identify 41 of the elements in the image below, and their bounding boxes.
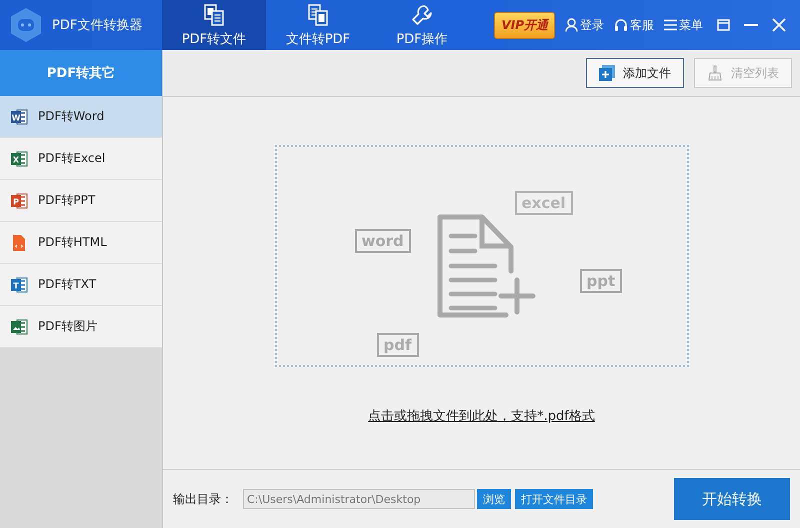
output-dir-label: 输出目录： xyxy=(173,490,233,508)
html-file-icon xyxy=(10,234,28,252)
document-convert-icon xyxy=(202,2,226,26)
sidebar-item[interactable]: T PDF转TXT xyxy=(0,264,162,306)
app-title: PDF文件转换器 xyxy=(52,17,142,34)
close-icon[interactable] xyxy=(772,18,786,32)
format-tag: pdf xyxy=(376,333,419,357)
document-convert-icon xyxy=(306,2,330,26)
broom-icon xyxy=(707,65,723,81)
sidebar-item[interactable]: W PDF转Word xyxy=(0,96,162,138)
sidebar-item[interactable]: PDF转HTML xyxy=(0,222,162,264)
login-button[interactable]: 登录 xyxy=(565,16,604,34)
add-icon xyxy=(599,65,615,81)
robot-logo-icon xyxy=(8,7,44,43)
drop-hint-link[interactable]: 点击或拖拽文件到此处，支持*.pdf格式 xyxy=(368,407,595,425)
headset-icon xyxy=(614,18,628,32)
restore-icon[interactable] xyxy=(717,19,730,31)
format-tag: word xyxy=(354,229,411,253)
sidebar-header: PDF转其它 xyxy=(0,50,162,96)
sidebar-item[interactable]: P PDF转PPT xyxy=(0,180,162,222)
format-tag: excel xyxy=(514,191,573,215)
nav-tab[interactable]: PDF转文件 xyxy=(162,0,266,50)
output-path-field[interactable]: C:\Users\Administrator\Desktop xyxy=(243,489,475,509)
menu-button[interactable]: 菜单 xyxy=(664,16,703,34)
open-folder-button[interactable]: 打开文件目录 xyxy=(515,489,593,509)
sidebar-item[interactable]: PDF转图片 xyxy=(0,306,162,348)
minimize-icon[interactable] xyxy=(744,23,758,27)
add-file-button[interactable]: 添加文件 xyxy=(586,58,684,88)
sidebar-item[interactable]: X PDF转Excel xyxy=(0,138,162,180)
image-file-icon xyxy=(10,318,28,336)
user-icon xyxy=(565,18,578,32)
add-document-icon xyxy=(436,214,536,318)
nav-tab[interactable]: 文件转PDF xyxy=(266,0,370,50)
nav-tab[interactable]: PDF操作 xyxy=(370,0,474,50)
browse-button[interactable]: 浏览 xyxy=(477,489,511,509)
service-button[interactable]: 客服 xyxy=(614,16,654,34)
start-convert-button[interactable]: 开始转换 xyxy=(674,478,790,520)
menu-icon xyxy=(664,19,677,31)
vip-button[interactable]: VIP开通 xyxy=(494,12,555,38)
format-tag: ppt xyxy=(580,269,622,293)
wrench-icon xyxy=(410,2,434,26)
